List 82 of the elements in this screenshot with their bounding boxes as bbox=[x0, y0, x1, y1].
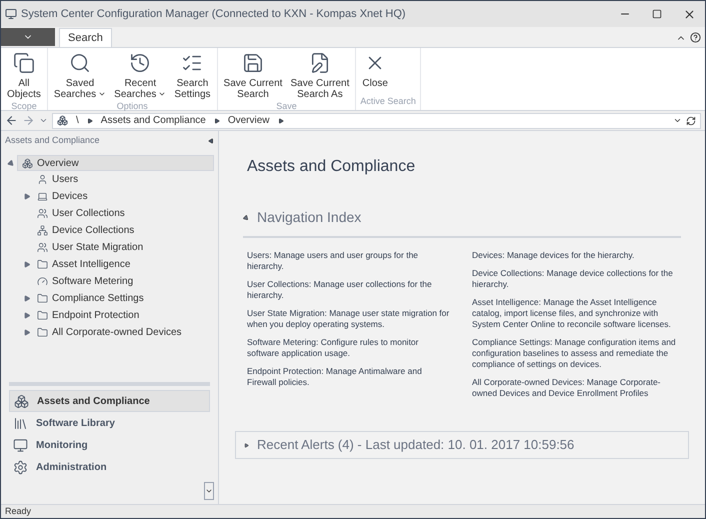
network-icon bbox=[37, 225, 48, 236]
breadcrumb-item[interactable]: Assets and Compliance bbox=[100, 113, 206, 128]
history-caret-icon[interactable] bbox=[39, 116, 48, 125]
folder-icon bbox=[37, 259, 48, 270]
window-title: System Center Configuration Manager (Connected to KXN - Kompas Xnet HQ) bbox=[21, 6, 406, 22]
ribbon-button[interactable]: Save Current Search bbox=[222, 52, 284, 100]
gauge-icon bbox=[37, 276, 48, 287]
breadcrumb-arrow-icon bbox=[86, 118, 93, 124]
workspace-button[interactable]: Monitoring bbox=[9, 434, 210, 456]
ribbon-group-label: Scope bbox=[10, 100, 38, 113]
workspace-button[interactable]: Assets and Compliance bbox=[9, 390, 210, 412]
tree-item[interactable]: Endpoint Protection bbox=[33, 308, 144, 323]
app-icon bbox=[5, 8, 17, 20]
caret-icon bbox=[205, 487, 213, 495]
section-title: Navigation Index bbox=[257, 208, 362, 227]
folder-icon bbox=[37, 310, 48, 321]
ribbon-group-label: Active Search bbox=[360, 94, 416, 108]
tree-item[interactable]: Compliance Settings bbox=[33, 291, 148, 306]
gear-icon bbox=[13, 460, 28, 474]
users-icon bbox=[37, 242, 48, 253]
tree-item[interactable]: User State Migration bbox=[33, 240, 148, 255]
status-bar: Ready bbox=[1, 504, 705, 518]
tree-item[interactable]: Software Metering bbox=[33, 274, 138, 289]
refresh-icon[interactable] bbox=[686, 116, 696, 126]
library-icon bbox=[13, 416, 28, 430]
folder-icon bbox=[37, 293, 48, 304]
navigation-description: User Collections: Manage user collections for the hierarchy. bbox=[247, 279, 433, 301]
navigation-description: Software Metering: Configure rules to monitor software application usage. bbox=[247, 337, 420, 359]
back-icon[interactable] bbox=[5, 114, 18, 127]
history-icon bbox=[129, 52, 152, 74]
ribbon-button[interactable]: Save Current Search As bbox=[288, 52, 352, 100]
ribbon-button[interactable]: Search Settings bbox=[172, 52, 213, 100]
collapse-pane-icon[interactable] bbox=[208, 138, 214, 144]
ribbon-button[interactable]: All Objects bbox=[5, 52, 43, 100]
navigation-description: Users: Manage users and user groups for the hierarchy. bbox=[247, 250, 420, 272]
tree-item[interactable]: Devices bbox=[33, 189, 92, 204]
navigation-description: All Corporate-owned Devices: Manage Corporate-owned Devices and Device Enrollment Profiles bbox=[472, 377, 662, 399]
navigation-description: Device Collections: Manage device collections for the hierarchy. bbox=[472, 268, 674, 290]
navigation-description: Compliance Settings: Manage configuration items and configuration baselines to assess and remediate the compliance of settings on devices. bbox=[472, 337, 677, 370]
section-toggle-icon[interactable] bbox=[242, 213, 250, 222]
ribbon-button[interactable]: Recent Searches bbox=[112, 52, 168, 100]
ribbon-group-label: Options bbox=[116, 100, 149, 113]
workspace-button[interactable]: Administration bbox=[9, 456, 210, 478]
ribbon-tab[interactable]: Search bbox=[59, 28, 112, 47]
tree-item[interactable]: Overview bbox=[17, 155, 214, 171]
ribbon-button[interactable]: Saved Searches bbox=[52, 52, 108, 100]
navigation-description: User State Migration: Manage user state migration for when you deploy operating systems. bbox=[247, 308, 450, 330]
page-title: Assets and Compliance bbox=[246, 157, 416, 177]
navigation-description: Asset Intelligence: Manage the Asset Intelligence catalog, import license files, and synchronize with System Center Online to reconcile software licenses. bbox=[472, 297, 672, 330]
expand-arrow-icon bbox=[244, 442, 249, 448]
alerts-title: Recent Alerts (4) - Last updated: 10. 01. 2017 10:59:56 bbox=[257, 436, 574, 454]
breadcrumb-root[interactable]: \ bbox=[76, 113, 79, 128]
forward-icon[interactable] bbox=[22, 114, 35, 127]
boxes-icon bbox=[14, 394, 29, 408]
navigation-description: Endpoint Protection: Manage Antimalware and Firewall policies. bbox=[247, 366, 423, 388]
tree-item[interactable]: All Corporate-owned Devices bbox=[33, 325, 186, 340]
maximize-icon bbox=[652, 9, 662, 19]
ribbon-button[interactable]: Close bbox=[360, 52, 390, 94]
devices-icon bbox=[37, 191, 48, 202]
breadcrumb-item[interactable]: Overview bbox=[228, 113, 270, 128]
alerts-panel[interactable]: Recent Alerts (4) - Last updated: 10. 01. 2017 10:59:56 bbox=[235, 431, 689, 459]
users-icon bbox=[37, 208, 48, 219]
ribbon-group-label: Save bbox=[275, 100, 298, 113]
tree-item[interactable]: Asset Intelligence bbox=[33, 257, 134, 272]
pane-title: Assets and Compliance bbox=[5, 134, 100, 148]
copies-icon bbox=[12, 52, 35, 74]
address-bar[interactable]: \ Assets and Compliance Overview bbox=[52, 112, 701, 128]
tree-item[interactable]: Users bbox=[33, 172, 82, 187]
more-button[interactable] bbox=[204, 482, 214, 500]
navigation-description: Devices: Manage devices for the hierarchy. bbox=[472, 250, 636, 261]
user-icon bbox=[37, 174, 48, 185]
console-icon bbox=[57, 115, 68, 126]
breadcrumb-arrow-icon bbox=[278, 118, 284, 124]
workspace-button[interactable]: Software Library bbox=[9, 412, 210, 434]
magnifier-icon bbox=[69, 52, 92, 74]
tree-item[interactable]: Device Collections bbox=[33, 223, 138, 238]
tree-item[interactable]: User Collections bbox=[33, 206, 129, 221]
breadcrumb-arrow-icon bbox=[214, 118, 220, 124]
folder-icon bbox=[37, 327, 48, 338]
help-icon[interactable] bbox=[690, 32, 701, 43]
close-icon bbox=[682, 8, 696, 20]
monitor-icon bbox=[13, 438, 28, 452]
